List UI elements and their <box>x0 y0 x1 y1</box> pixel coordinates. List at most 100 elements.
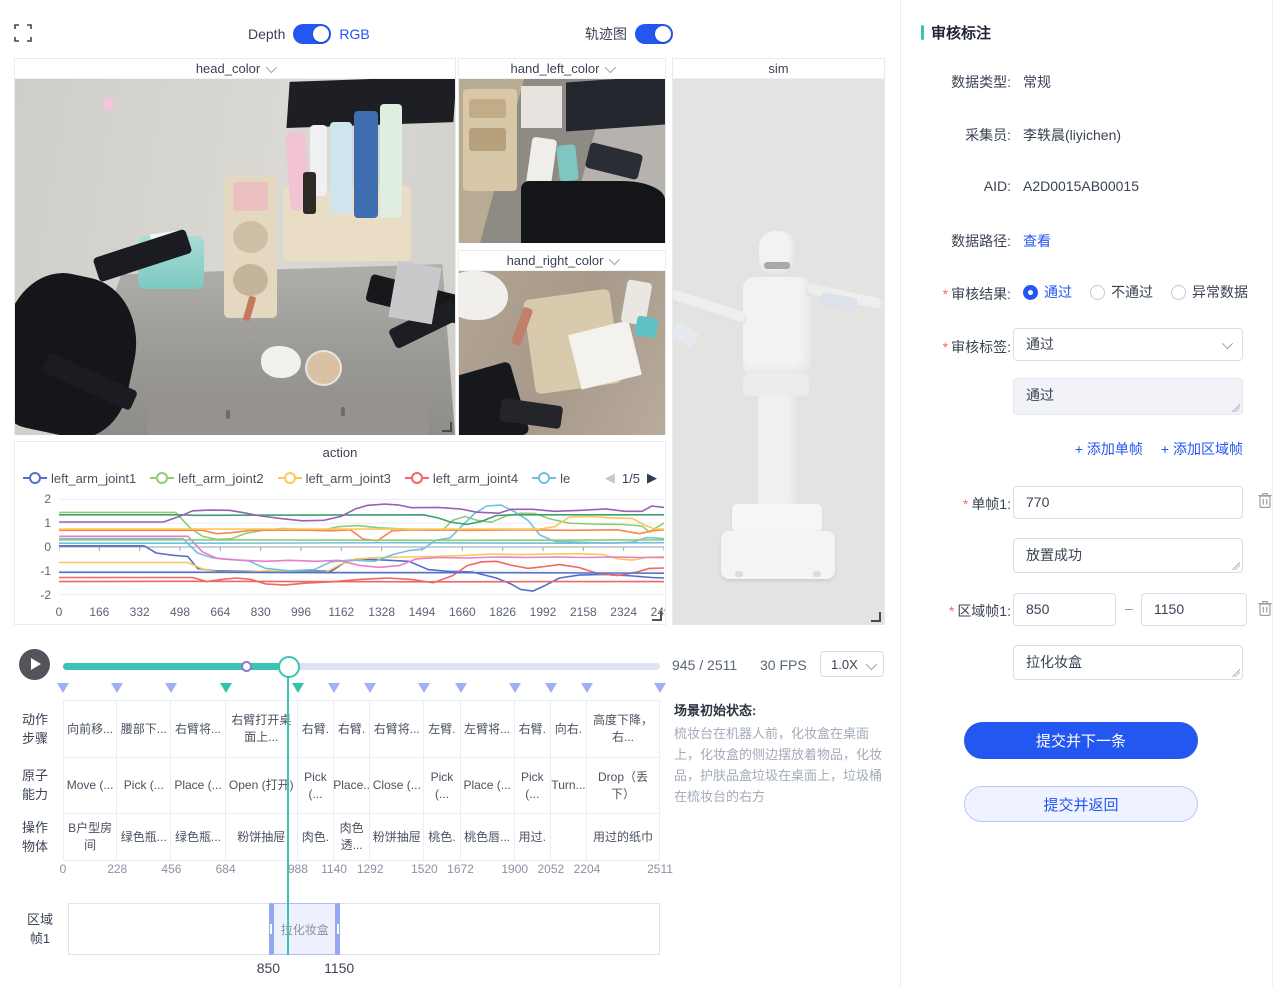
result-label: *审核结果: <box>901 284 1011 304</box>
rgb-label: RGB <box>339 26 369 42</box>
resize-handle-icon[interactable] <box>871 612 881 622</box>
legend-item-left_arm_joint1[interactable]: left_arm_joint1 <box>23 471 136 486</box>
monitor-shape <box>566 79 665 132</box>
play-button[interactable] <box>19 649 50 680</box>
step-object-cell: 绿色瓶... <box>171 813 224 861</box>
radio-option-abnormal[interactable]: 异常数据 <box>1171 282 1248 302</box>
step-action-cell: 向右. <box>551 700 586 757</box>
resize-grip-icon[interactable] <box>1232 404 1240 412</box>
x-tick-label: 166 <box>89 605 109 619</box>
tag-select[interactable]: 通过 <box>1013 328 1243 361</box>
timeline-slider-handle[interactable] <box>278 656 300 678</box>
radio-option-fail[interactable]: 不通过 <box>1090 282 1153 302</box>
add-region-frame-button[interactable]: + 添加区域帧 <box>1161 439 1243 459</box>
legend-item-left_arm_joint4[interactable]: left_arm_joint4 <box>405 471 518 486</box>
legend-pager: ◀ 1/5 ▶ <box>605 470 657 486</box>
step-column: 向右.Turn... <box>551 700 587 861</box>
step-marker-1672[interactable] <box>455 683 467 693</box>
camera-select-head[interactable]: head_color <box>15 59 455 79</box>
region-start-input[interactable]: 850 <box>1013 593 1116 626</box>
region-end-input[interactable]: 1150 <box>1141 593 1247 626</box>
step-ability-cell: Move (... <box>64 757 116 813</box>
legend-item-le[interactable]: le <box>532 471 570 486</box>
single-frame-marker-dot[interactable] <box>241 661 252 672</box>
single-frame-input[interactable]: 770 <box>1013 486 1243 519</box>
fullscreen-icon[interactable] <box>14 24 32 42</box>
x-tick-label: 498 <box>170 605 190 619</box>
camera-title-label: head_color <box>196 61 260 76</box>
radio-label: 通过 <box>1044 282 1072 302</box>
delete-region-frame-icon[interactable] <box>1257 600 1273 617</box>
step-marker-1140[interactable] <box>328 683 340 693</box>
result-radio-group: 通过 不通过 异常数据 <box>1023 282 1256 302</box>
region-frame-bar[interactable]: 拉化妆盒 <box>269 903 340 955</box>
radio-option-pass[interactable]: 通过 <box>1023 282 1072 302</box>
action-chart-panel: action left_arm_joint1left_arm_joint2lef… <box>14 441 666 625</box>
tag-select-value: 通过 <box>1026 336 1054 352</box>
radio-unselected-icon[interactable] <box>1171 285 1186 300</box>
playhead-line[interactable] <box>287 676 289 955</box>
tissue-wad-shape <box>261 346 301 378</box>
required-asterisk: * <box>949 603 954 619</box>
legend-next-icon[interactable]: ▶ <box>647 470 657 486</box>
speed-value: 1.0X <box>831 657 858 672</box>
legend-prev-icon[interactable]: ◀ <box>605 470 615 486</box>
legend-item-left_arm_joint2[interactable]: left_arm_joint2 <box>150 471 263 486</box>
resize-handle-icon[interactable] <box>652 611 662 621</box>
aid-label: AID: <box>901 178 1011 194</box>
delete-single-frame-icon[interactable] <box>1257 492 1273 509</box>
step-marker-684[interactable] <box>220 683 232 693</box>
y-tick-label: 0 <box>25 540 51 554</box>
camera-select-hand-right[interactable]: hand_right_color <box>459 251 665 271</box>
step-marker-1292[interactable] <box>364 683 376 693</box>
step-marker-1520[interactable] <box>418 683 430 693</box>
camera-select-hand-left[interactable]: hand_left_color <box>459 59 665 79</box>
radio-selected-icon[interactable] <box>1023 285 1038 300</box>
drawer-knob <box>341 407 345 416</box>
range-dash: – <box>1125 600 1133 616</box>
robot-wheel <box>813 571 821 577</box>
data-path-view-link[interactable]: 查看 <box>1023 231 1051 251</box>
step-object-cell: B户型房间 <box>64 813 116 861</box>
single-frame-label: *单帧1: <box>901 494 1011 514</box>
steps-axis-tick: 1672 <box>447 862 474 876</box>
tag-note-textarea[interactable]: 通过 <box>1013 378 1243 415</box>
resize-handle-icon[interactable] <box>442 422 452 432</box>
required-asterisk: * <box>963 496 968 512</box>
single-frame-note-textarea[interactable]: 放置成功 <box>1013 538 1243 573</box>
submit-return-button[interactable]: 提交并返回 <box>964 786 1198 822</box>
step-marker-0[interactable] <box>57 683 69 693</box>
drawer-knob <box>226 410 230 419</box>
x-tick-label: 1328 <box>368 605 395 619</box>
resize-grip-icon[interactable] <box>1232 562 1240 570</box>
add-single-frame-button[interactable]: + 添加单帧 <box>1075 439 1143 459</box>
step-action-cell: 高度下降，右... <box>587 700 659 757</box>
sim-viewport[interactable] <box>673 79 884 625</box>
step-marker-2204[interactable] <box>581 683 593 693</box>
step-marker-456[interactable] <box>165 683 177 693</box>
camera-panel-head: head_color <box>14 58 456 435</box>
x-tick-label: 830 <box>251 605 271 619</box>
depth-rgb-toggle[interactable] <box>293 24 331 44</box>
depth-label: Depth <box>248 26 285 42</box>
step-marker-1900[interactable] <box>509 683 521 693</box>
step-column: 左臂.Pick (...桃色. <box>424 700 460 861</box>
region-frame-track[interactable]: 拉化妆盒 <box>68 903 660 955</box>
radio-unselected-icon[interactable] <box>1090 285 1105 300</box>
region-note-textarea[interactable]: 拉化妆盒 <box>1013 645 1243 680</box>
step-ability-cell: Pick (... <box>515 757 550 813</box>
resize-grip-icon[interactable] <box>1232 669 1240 677</box>
step-marker-988[interactable] <box>292 683 304 693</box>
step-marker-2511[interactable] <box>654 683 666 693</box>
submit-next-button[interactable]: 提交并下一条 <box>964 722 1198 759</box>
trajectory-toggle[interactable] <box>635 24 673 44</box>
legend-item-left_arm_joint3[interactable]: left_arm_joint3 <box>278 471 391 486</box>
legend-page-label: 1/5 <box>622 471 640 486</box>
step-marker-228[interactable] <box>111 683 123 693</box>
step-marker-2052[interactable] <box>545 683 557 693</box>
bottle-teal <box>556 144 578 182</box>
playback-speed-select[interactable]: 1.0X <box>820 651 884 677</box>
panel-title-text: 审核标注 <box>931 22 991 43</box>
row-label-objects: 操作物体 <box>20 818 50 856</box>
step-action-cell: 腰部下... <box>117 700 170 757</box>
